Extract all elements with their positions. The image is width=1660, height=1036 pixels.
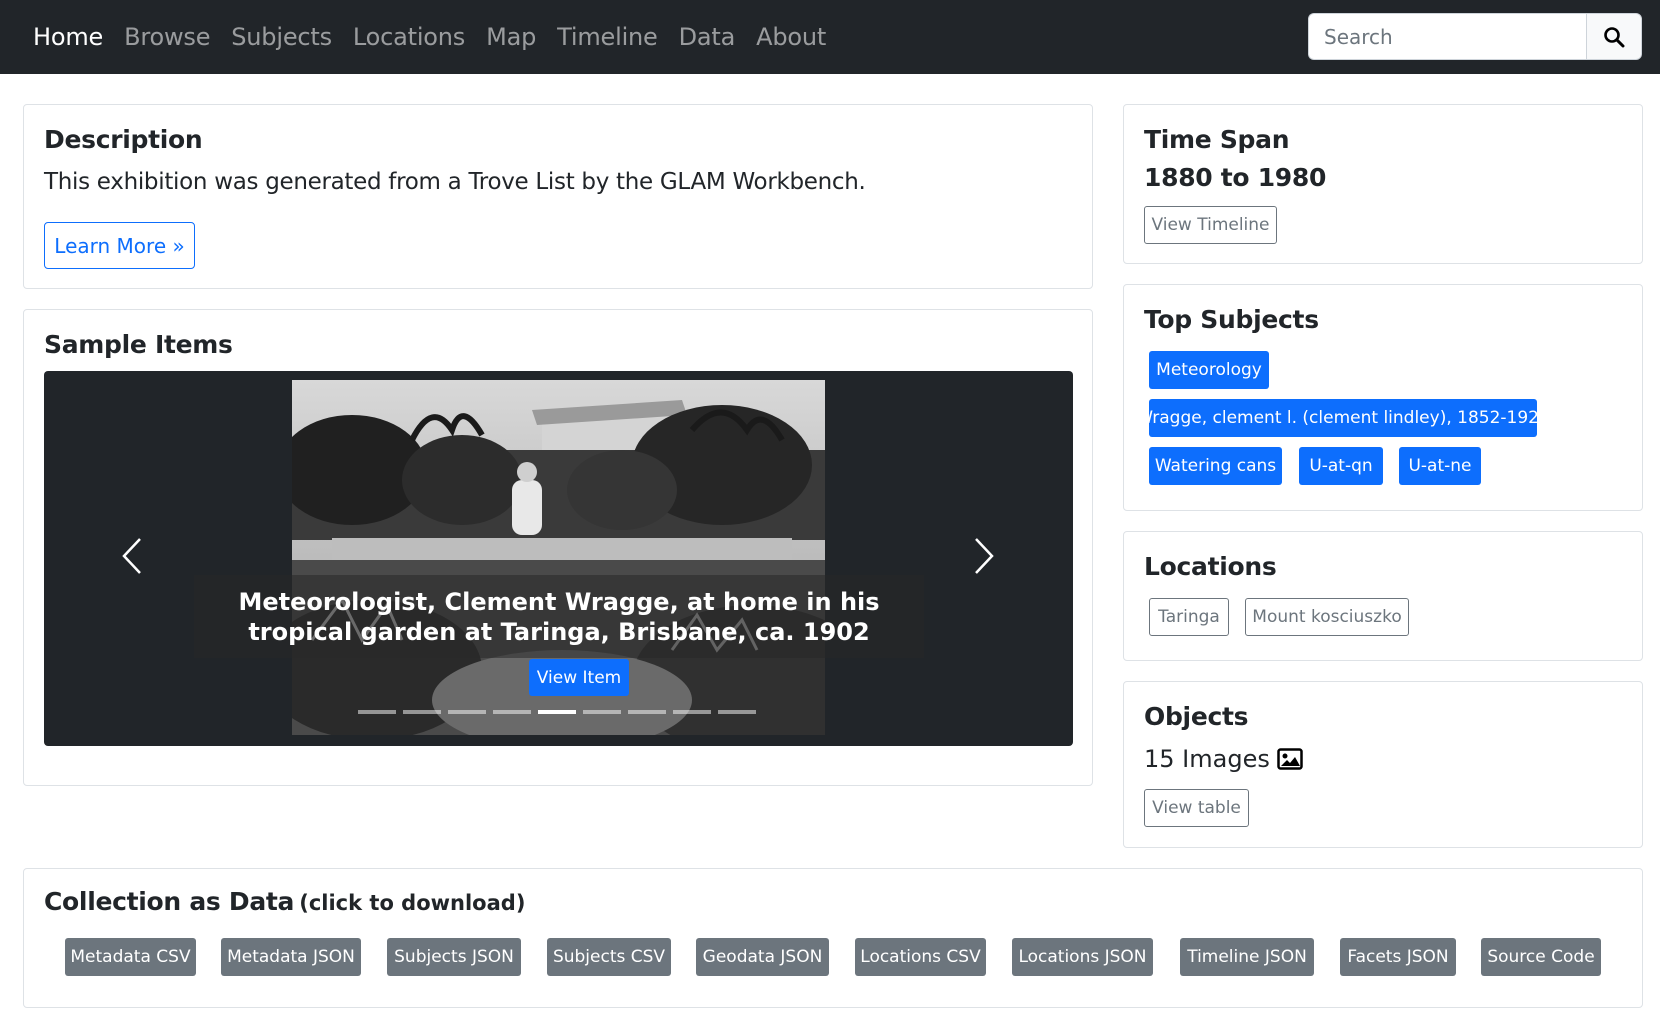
nav-link-browse[interactable]: Browse: [124, 23, 210, 51]
carousel-indicator[interactable]: [673, 710, 711, 714]
location-badge-mount-kosciuszko[interactable]: Mount kosciuszko: [1245, 598, 1409, 636]
carousel: Meteorologist, Clement Wragge, at home i…: [44, 371, 1073, 746]
timeline-json-button[interactable]: Timeline JSON: [1180, 938, 1314, 976]
top-subjects-title: Top Subjects: [1144, 305, 1319, 334]
view-timeline-button[interactable]: View Timeline: [1144, 206, 1277, 244]
carousel-indicator[interactable]: [628, 710, 666, 714]
carousel-indicators: [358, 710, 763, 714]
subject-badge-u-at-ne[interactable]: U-at-ne: [1399, 447, 1481, 485]
description-card: Description This exhibition was generate…: [23, 104, 1093, 289]
locations-json-button[interactable]: Locations JSON: [1012, 938, 1153, 976]
location-badge-taringa[interactable]: Taringa: [1149, 598, 1229, 636]
navbar: Home Browse Subjects Locations Map Timel…: [0, 0, 1660, 74]
subject-badge-watering-cans[interactable]: Watering cans: [1149, 447, 1282, 485]
carousel-prev-button[interactable]: [102, 526, 162, 586]
image-icon: [1277, 748, 1303, 770]
metadata-json-button[interactable]: Metadata JSON: [221, 938, 361, 976]
search-input[interactable]: [1308, 13, 1586, 60]
carousel-indicator[interactable]: [583, 710, 621, 714]
description-text: This exhibition was generated from a Tro…: [44, 169, 866, 195]
nav-link-map[interactable]: Map: [486, 23, 536, 51]
metadata-csv-button[interactable]: Metadata CSV: [65, 938, 196, 976]
view-item-button[interactable]: View Item: [529, 659, 629, 696]
learn-more-button[interactable]: Learn More »: [44, 222, 195, 269]
locations-title: Locations: [1144, 552, 1277, 581]
collection-data-subheading: (click to download): [299, 891, 526, 915]
geodata-json-button[interactable]: Geodata JSON: [696, 938, 829, 976]
carousel-indicator[interactable]: [493, 710, 531, 714]
objects-card: Objects 15 Images View table: [1123, 681, 1643, 848]
collection-data-card: Collection as Data (click to download) M…: [23, 868, 1643, 1008]
time-span-card: Time Span 1880 to 1980 View Timeline: [1123, 104, 1643, 264]
carousel-indicator[interactable]: [718, 710, 756, 714]
nav-link-subjects[interactable]: Subjects: [231, 23, 332, 51]
subjects-csv-button[interactable]: Subjects CSV: [547, 938, 671, 976]
collection-data-heading: Collection as Data: [44, 887, 295, 916]
nav-link-about[interactable]: About: [756, 23, 826, 51]
sample-items-title: Sample Items: [44, 330, 233, 359]
objects-count: 15 Images: [1144, 745, 1270, 773]
collection-data-title: Collection as Data (click to download): [44, 887, 525, 916]
time-span-title: Time Span: [1144, 125, 1290, 154]
view-table-button[interactable]: View table: [1144, 789, 1249, 827]
nav-link-home[interactable]: Home: [33, 23, 103, 51]
subject-badge-meteorology[interactable]: Meteorology: [1149, 351, 1269, 389]
nav-link-timeline[interactable]: Timeline: [557, 23, 658, 51]
objects-title: Objects: [1144, 702, 1249, 731]
nav-link-locations[interactable]: Locations: [353, 23, 465, 51]
carousel-indicator[interactable]: [448, 710, 486, 714]
subject-badge-u-at-qn[interactable]: U-at-qn: [1299, 447, 1383, 485]
carousel-indicator-active[interactable]: [538, 710, 576, 714]
chevron-right-icon: [975, 538, 994, 574]
carousel-caption: Meteorologist, Clement Wragge, at home i…: [194, 575, 924, 658]
description-title: Description: [44, 125, 203, 154]
carousel-indicator[interactable]: [358, 710, 396, 714]
chevron-left-icon: [122, 538, 141, 574]
time-span-value: 1880 to 1980: [1144, 163, 1327, 192]
subject-badge-wragge[interactable]: Wragge, clement l. (clement lindley), 18…: [1136, 399, 1550, 437]
sample-items-card: Sample Items Meteorologist, Clement Wrag…: [23, 309, 1093, 786]
search-form: [1308, 13, 1642, 60]
top-subjects-card: Top Subjects Meteorology Wragge, clement…: [1123, 284, 1643, 511]
subjects-json-button[interactable]: Subjects JSON: [387, 938, 521, 976]
objects-count-line: 15 Images: [1144, 745, 1303, 773]
nav-links: Home Browse Subjects Locations Map Timel…: [33, 0, 847, 74]
carousel-next-button[interactable]: [954, 526, 1014, 586]
search-icon: [1604, 26, 1625, 47]
nav-link-data[interactable]: Data: [679, 23, 736, 51]
source-code-button[interactable]: Source Code: [1481, 938, 1601, 976]
locations-card: Locations Taringa Mount kosciuszko: [1123, 531, 1643, 661]
locations-csv-button[interactable]: Locations CSV: [855, 938, 986, 976]
search-button[interactable]: [1586, 13, 1642, 60]
facets-json-button[interactable]: Facets JSON: [1340, 938, 1456, 976]
carousel-indicator[interactable]: [403, 710, 441, 714]
